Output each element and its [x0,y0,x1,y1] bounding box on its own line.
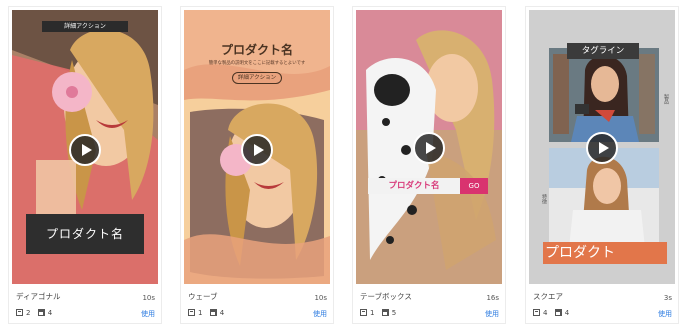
template-duration: 10s [142,294,155,302]
overlay-action-label: 詳細アクション [42,21,128,32]
overlay-action-label: 詳細アクション [232,72,282,84]
template-card-wave[interactable]: プロダクト名 簡単な製品の説明文をここに記載するとよいです 詳細アクション ウェ… [180,6,334,324]
overlay-tagline: タグライン [567,43,639,59]
template-name: スクエア [533,292,563,301]
overlay-product-name: プロダクト名 [220,43,293,57]
image-layer-icon [37,309,45,316]
template-info: ウェーブ 10s 1 4 使用 [184,288,330,322]
overlay-product-name: プロダクト名 [388,181,440,191]
template-card-tablebox[interactable]: プロダクト名 GO テーブボックス 16s 1 5 使用 [352,6,506,324]
image-count: 4 [47,309,53,317]
template-gallery: 詳細アクション プロダクト名 ディアゴナル 10s 2 4 使用 プロダクト名 … [0,0,680,328]
template-thumbnail[interactable]: プロダクト名 簡単な製品の説明文をここに記載するとよいです 詳細アクション [184,10,330,284]
template-thumbnail[interactable]: プロダクト名 GO [356,10,502,284]
template-name: ウェーブ [188,292,218,301]
image-count: 5 [391,309,397,317]
template-duration: 10s [314,294,327,302]
template-card-square[interactable]: タグライン 製品 特徴 プロダクト スクエア 3s 4 4 使用 [525,6,679,324]
overlay-side-label-right: 製品 [663,94,669,104]
template-duration: 3s [663,294,672,302]
image-layer-icon [554,309,562,316]
template-info: テーブボックス 16s 1 5 使用 [356,288,502,322]
use-template-link[interactable]: 使用 [658,309,672,319]
play-icon[interactable] [413,132,445,164]
play-icon[interactable] [586,132,618,164]
template-thumbnail[interactable]: 詳細アクション プロダクト名 [12,10,158,284]
use-template-link[interactable]: 使用 [313,309,327,319]
overlay-side-label-left: 特徴 [541,194,547,204]
text-count: 1 [370,309,375,317]
template-card-diagonal[interactable]: 詳細アクション プロダクト名 ディアゴナル 10s 2 4 使用 [8,6,162,324]
template-info: スクエア 3s 4 4 使用 [529,288,675,322]
overlay-product-name: プロダクト名 [26,214,144,254]
template-name: テーブボックス [360,292,412,301]
template-thumbnail[interactable]: タグライン 製品 特徴 プロダクト [529,10,675,284]
template-name: ディアゴナル [16,292,61,301]
text-count: 1 [198,309,203,317]
layer-counts: 2 4 [16,308,52,318]
text-count: 4 [543,309,548,317]
text-layer-icon [533,309,540,316]
overlay-product-name: プロダクト [543,242,667,264]
template-info: ディアゴナル 10s 2 4 使用 [12,288,158,322]
layer-counts: 1 5 [360,308,396,318]
image-count: 4 [219,309,225,317]
play-icon[interactable] [241,134,273,166]
image-count: 4 [564,309,570,317]
overlay-go-button: GO [460,178,488,194]
use-template-link[interactable]: 使用 [141,309,155,319]
text-layer-icon [16,309,23,316]
overlay-subtitle: 簡単な製品の説明文をここに記載するとよいです [208,61,306,66]
use-template-link[interactable]: 使用 [485,309,499,319]
text-layer-icon [188,309,195,316]
play-icon[interactable] [69,134,101,166]
template-duration: 16s [486,294,499,302]
image-layer-icon [209,309,217,316]
image-layer-icon [381,309,389,316]
text-layer-icon [360,309,367,316]
text-count: 2 [26,309,31,317]
layer-counts: 4 4 [533,308,569,318]
layer-counts: 1 4 [188,308,224,318]
